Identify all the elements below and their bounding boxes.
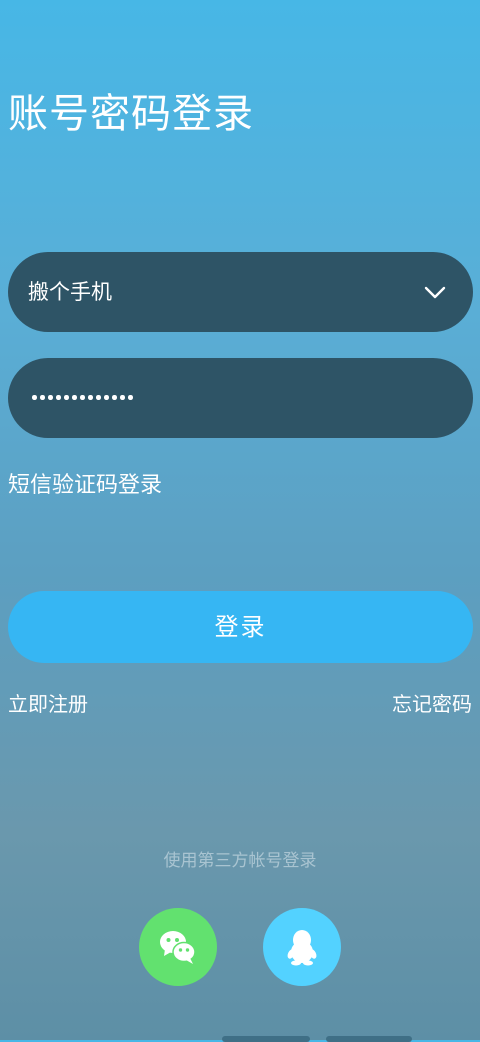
password-dot [32, 395, 37, 400]
qq-login-button[interactable] [263, 908, 341, 986]
bottom-hint-bar [326, 1036, 412, 1042]
password-dot [128, 395, 133, 400]
login-button[interactable]: 登录 [8, 591, 473, 663]
password-dot [120, 395, 125, 400]
wechat-login-button[interactable] [139, 908, 217, 986]
wechat-icon [160, 931, 196, 964]
password-dot [56, 395, 61, 400]
sms-login-link[interactable]: 短信验证码登录 [8, 468, 162, 504]
password-dot [88, 395, 93, 400]
page-title: 账号密码登录 [8, 91, 254, 137]
register-link[interactable]: 立即注册 [8, 688, 88, 720]
bottom-hint-bar [222, 1036, 310, 1042]
password-dot [96, 395, 101, 400]
third-party-caption: 使用第三方帐号登录 [163, 851, 317, 871]
password-field[interactable] [8, 358, 473, 438]
password-dot [40, 395, 45, 400]
forgot-password-link[interactable]: 忘记密码 [392, 688, 472, 720]
password-mask [32, 395, 133, 400]
qq-icon [287, 930, 317, 966]
account-field[interactable]: 搬个手机 [8, 252, 473, 332]
chevron-down-icon[interactable] [423, 280, 447, 304]
account-value: 搬个手机 [28, 280, 112, 304]
password-dot [112, 395, 117, 400]
password-dot [104, 395, 109, 400]
password-dot [48, 395, 53, 400]
password-dot [80, 395, 85, 400]
password-dot [64, 395, 69, 400]
password-dot [72, 395, 77, 400]
